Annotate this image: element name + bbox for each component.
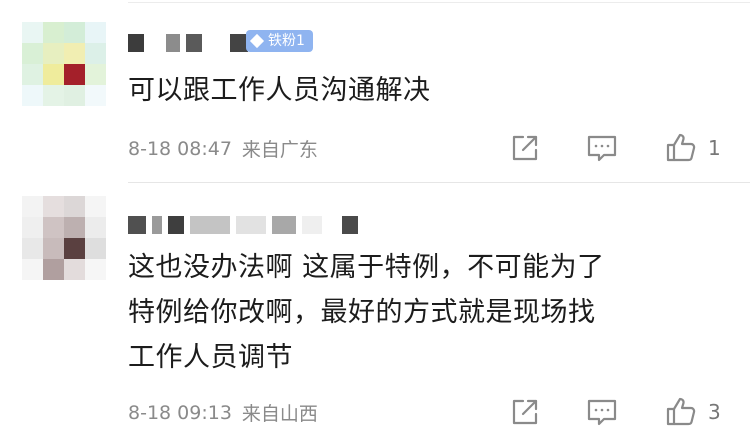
share-icon[interactable] xyxy=(508,395,542,429)
comment-icon[interactable] xyxy=(585,395,619,429)
comment-line: 特例给你改啊，最好的方式就是现场找 xyxy=(128,297,596,328)
thumbs-up-icon[interactable] xyxy=(664,130,698,164)
comment-text: 可以跟工作人员沟通解决 xyxy=(128,68,431,113)
share-icon[interactable] xyxy=(508,131,542,165)
comment-date: 8-18 08:47 xyxy=(128,137,232,160)
like-count: 3 xyxy=(708,400,721,424)
comment-icon[interactable] xyxy=(585,131,619,165)
diamond-icon xyxy=(249,33,265,49)
comment-line: 可以跟工作人员沟通解决 xyxy=(128,75,431,106)
comment-meta: 8-18 09:13 来自山西 xyxy=(128,399,318,426)
avatar[interactable] xyxy=(22,22,106,106)
username[interactable] xyxy=(128,215,358,235)
comment-item: 铁粉1 可以跟工作人员沟通解决 8-18 08:47 来自广东 1 xyxy=(0,0,750,183)
comment-location: 来自广东 xyxy=(241,139,318,161)
comment-line: 工作人员调节 xyxy=(128,342,293,373)
thumbs-up-icon[interactable] xyxy=(664,394,698,428)
fan-badge: 铁粉1 xyxy=(246,30,313,52)
badge-label: 铁粉1 xyxy=(268,33,305,49)
comment-item: 这也没办法啊 这属于特例，不可能为了 特例给你改啊，最好的方式就是现场找 工作人… xyxy=(0,183,750,446)
comment-line: 这也没办法啊 这属于特例，不可能为了 xyxy=(128,252,605,283)
comment-text: 这也没办法啊 这属于特例，不可能为了 特例给你改啊，最好的方式就是现场找 工作人… xyxy=(128,245,605,380)
comment-date: 8-18 09:13 xyxy=(128,401,232,424)
comment-location: 来自山西 xyxy=(241,403,318,425)
comment-meta: 8-18 08:47 来自广东 xyxy=(128,135,318,162)
avatar[interactable] xyxy=(22,196,106,280)
like-count: 1 xyxy=(708,136,721,160)
